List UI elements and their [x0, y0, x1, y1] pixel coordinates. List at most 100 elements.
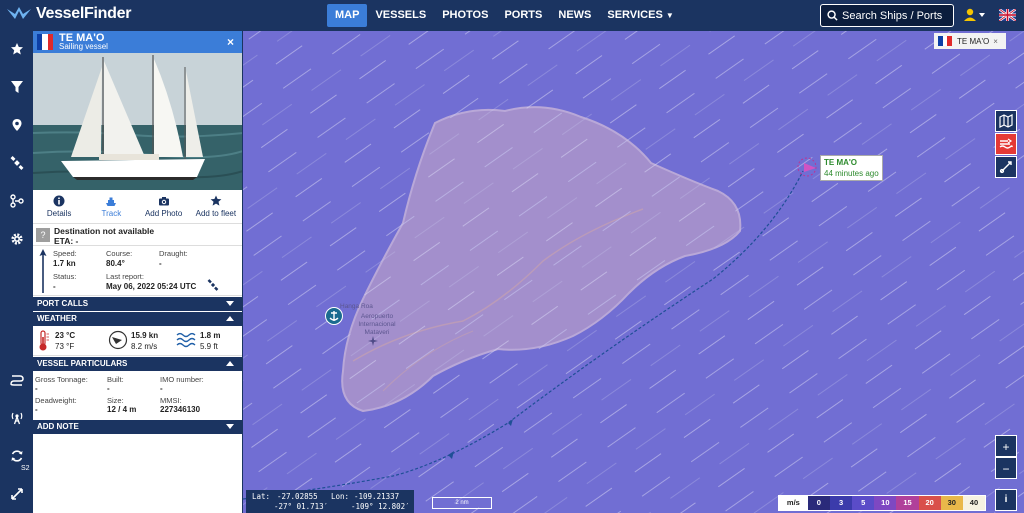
particulars-title: VESSEL PARTICULARS [37, 359, 128, 368]
map-info-button[interactable]: i [995, 489, 1017, 511]
vessel-actions: Details Track Add Photo Add to fleet [33, 190, 242, 224]
nav-services[interactable]: SERVICES ▼ [599, 4, 681, 27]
nav-news[interactable]: NEWS [550, 4, 599, 27]
uk-flag-icon[interactable] [999, 9, 1016, 21]
zoom-out-button[interactable]: − [995, 457, 1017, 479]
map-icon [999, 114, 1013, 128]
vessel-tab-name: TE MA'O [957, 36, 990, 46]
map-layer [243, 31, 1024, 513]
map-canvas[interactable]: Hanga Roa Aeropuerto Internacional Matav… [243, 31, 1024, 513]
vessel-panel-header: TE MA'O Sailing vessel × [33, 31, 242, 53]
details-button[interactable]: Details [33, 190, 85, 223]
eta-text: ETA: - [54, 236, 79, 246]
map-layers-button[interactable] [995, 110, 1017, 132]
weather-layer-button[interactable] [995, 133, 1017, 155]
scale-bar: 2 nm [432, 497, 492, 509]
vessel-marker-icon[interactable] [796, 156, 820, 178]
deadweight-label: Deadweight: [35, 396, 77, 405]
track-button[interactable]: Track [85, 190, 137, 223]
wave-height-ft: 5.9 ft [200, 342, 218, 351]
vessel-photo[interactable] [33, 53, 242, 190]
heading-arrow-icon [39, 249, 47, 293]
info-icon [53, 195, 65, 207]
track-label: Track [101, 209, 122, 218]
caret-down-icon: ▼ [665, 11, 674, 20]
wind-speed-knots: 15.9 kn [131, 331, 159, 340]
location-button[interactable] [0, 110, 33, 140]
gear-icon [10, 233, 23, 245]
zoom-in-button[interactable]: + [995, 435, 1017, 457]
vessel-tab[interactable]: TE MA'O × [934, 33, 1006, 49]
coordinates-readout: Lat: -27.02855 Lon: -109.21337 -27° 01.7… [246, 490, 414, 513]
size-value: 12 / 4 m [107, 405, 137, 414]
main-nav: MAP VESSELS PHOTOS PORTS NEWS SERVICES ▼ [327, 4, 682, 27]
ruler-icon [999, 161, 1012, 174]
lon-dms: -109° 12.802′ [351, 502, 410, 511]
s2-label: S2 [21, 465, 30, 472]
port-anchor-icon[interactable] [325, 307, 343, 325]
ais-stations-button[interactable] [0, 403, 33, 433]
fullscreen-button[interactable] [0, 479, 33, 509]
temp-fahrenheit: 73 °F [55, 342, 75, 351]
add-note-section[interactable]: ADD NOTE [33, 420, 242, 434]
legend-cell: 5 [852, 496, 875, 510]
nav-vessels[interactable]: VESSELS [367, 4, 434, 27]
add-to-fleet-button[interactable]: Add to fleet [190, 190, 242, 223]
satellite-button[interactable] [0, 148, 33, 178]
port-calls-title: PORT CALLS [37, 299, 89, 308]
expand-icon [10, 488, 23, 500]
route-icon [9, 194, 24, 208]
nav-map[interactable]: MAP [327, 4, 368, 27]
measure-tool-button[interactable] [995, 156, 1017, 178]
place-airport: Aeropuerto Internacional Mataveri [358, 313, 396, 336]
vessel-map-label[interactable]: TE MA'O 44 minutes ago [820, 155, 883, 181]
lat-dms: -27° 01.713′ [274, 502, 329, 511]
ship-icon [106, 197, 117, 206]
thermometer-icon [39, 330, 49, 351]
user-menu[interactable] [964, 8, 986, 25]
favorites-button[interactable] [0, 34, 33, 64]
vessel-map-label-time: 44 minutes ago [824, 169, 879, 178]
close-icon[interactable]: × [993, 37, 998, 46]
collapse-icon [226, 361, 234, 366]
expand-icon [226, 424, 234, 429]
filter-icon [10, 81, 23, 93]
wind-speed-legend: m/s 0 3 5 10 15 20 30 40 [778, 495, 986, 511]
settings-button[interactable] [0, 224, 33, 254]
app-name: VesselFinder [36, 5, 132, 22]
add-note-title: ADD NOTE [37, 422, 79, 431]
legend-cell: 0 [807, 496, 830, 510]
search-box[interactable] [820, 4, 954, 27]
nav-photos[interactable]: PHOTOS [434, 4, 496, 27]
collapse-icon [226, 316, 234, 321]
vessel-type: Sailing vessel [59, 42, 108, 51]
routes-button[interactable] [0, 186, 33, 216]
vessel-particulars-section[interactable]: VESSEL PARTICULARS [33, 357, 242, 371]
track-history-button[interactable] [0, 365, 33, 395]
filter-button[interactable] [0, 72, 33, 102]
imo-value: - [160, 384, 163, 393]
weather-title: WEATHER [37, 314, 77, 323]
last-report-label: Last report: [106, 272, 144, 281]
wind-direction-icon [108, 330, 128, 350]
search-input[interactable] [842, 9, 952, 22]
location-pin-icon [12, 119, 21, 131]
close-icon[interactable]: × [227, 35, 234, 49]
logo[interactable]: VesselFinder [6, 5, 131, 23]
speed-value: 1.7 kn [53, 259, 76, 268]
wind-speed-ms: 8.2 m/s [131, 342, 158, 351]
add-photo-button[interactable]: Add Photo [138, 190, 190, 223]
camera-icon [158, 197, 169, 206]
port-calls-section[interactable]: PORT CALLS [33, 297, 242, 311]
status-value: - [53, 282, 56, 291]
add-photo-label: Add Photo [144, 209, 183, 218]
size-label: Size: [107, 396, 124, 405]
lon-label: Lon: [331, 492, 350, 501]
weather-section[interactable]: WEATHER [33, 312, 242, 326]
france-flag-icon [938, 36, 953, 46]
legend-unit: m/s [779, 496, 808, 510]
tool-sidebar: S2 [0, 31, 33, 513]
nav-ports[interactable]: PORTS [496, 4, 550, 27]
gross-tonnage-value: - [35, 384, 38, 393]
sailboat-illustration [33, 53, 242, 190]
